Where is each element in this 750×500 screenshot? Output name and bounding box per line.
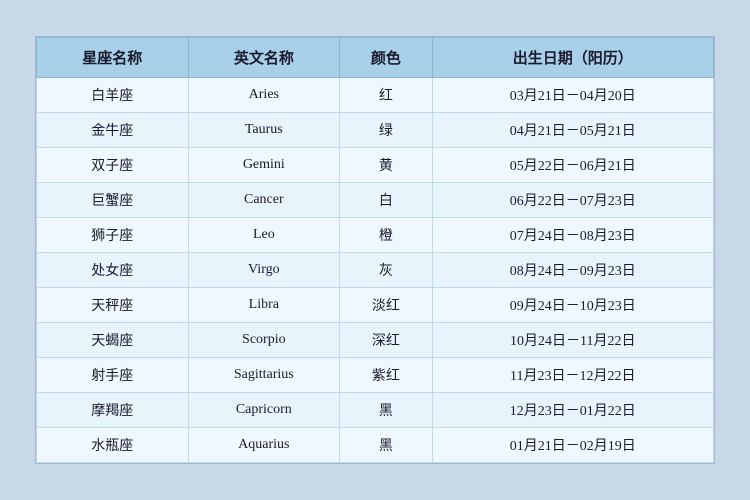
cell-chinese-name: 摩羯座 [37, 393, 189, 428]
header-chinese-name: 星座名称 [37, 38, 189, 78]
cell-chinese-name: 天蝎座 [37, 323, 189, 358]
cell-dates: 03月21日－04月20日 [432, 78, 713, 113]
table-row: 狮子座Leo橙07月24日－08月23日 [37, 218, 714, 253]
header-color: 颜色 [340, 38, 433, 78]
table-row: 金牛座Taurus绿04月21日－05月21日 [37, 113, 714, 148]
cell-dates: 09月24日－10月23日 [432, 288, 713, 323]
table-row: 水瓶座Aquarius黑01月21日－02月19日 [37, 428, 714, 463]
cell-chinese-name: 双子座 [37, 148, 189, 183]
cell-chinese-name: 狮子座 [37, 218, 189, 253]
zodiac-table-container: 星座名称 英文名称 颜色 出生日期（阳历） 白羊座Aries红03月21日－04… [35, 36, 715, 464]
cell-color: 黑 [340, 393, 433, 428]
cell-chinese-name: 白羊座 [37, 78, 189, 113]
cell-dates: 05月22日－06月21日 [432, 148, 713, 183]
table-header-row: 星座名称 英文名称 颜色 出生日期（阳历） [37, 38, 714, 78]
cell-english-name: Leo [188, 218, 340, 253]
cell-english-name: Capricorn [188, 393, 340, 428]
cell-english-name: Aquarius [188, 428, 340, 463]
cell-english-name: Taurus [188, 113, 340, 148]
cell-dates: 08月24日－09月23日 [432, 253, 713, 288]
cell-chinese-name: 巨蟹座 [37, 183, 189, 218]
cell-color: 红 [340, 78, 433, 113]
zodiac-table: 星座名称 英文名称 颜色 出生日期（阳历） 白羊座Aries红03月21日－04… [36, 37, 714, 463]
cell-dates: 12月23日－01月22日 [432, 393, 713, 428]
cell-dates: 07月24日－08月23日 [432, 218, 713, 253]
table-row: 白羊座Aries红03月21日－04月20日 [37, 78, 714, 113]
cell-color: 白 [340, 183, 433, 218]
cell-dates: 10月24日－11月22日 [432, 323, 713, 358]
cell-english-name: Aries [188, 78, 340, 113]
table-row: 双子座Gemini黄05月22日－06月21日 [37, 148, 714, 183]
cell-dates: 06月22日－07月23日 [432, 183, 713, 218]
cell-english-name: Libra [188, 288, 340, 323]
cell-color: 黑 [340, 428, 433, 463]
cell-chinese-name: 射手座 [37, 358, 189, 393]
table-row: 处女座Virgo灰08月24日－09月23日 [37, 253, 714, 288]
cell-english-name: Scorpio [188, 323, 340, 358]
cell-dates: 11月23日－12月22日 [432, 358, 713, 393]
cell-english-name: Virgo [188, 253, 340, 288]
cell-english-name: Gemini [188, 148, 340, 183]
cell-dates: 01月21日－02月19日 [432, 428, 713, 463]
cell-color: 灰 [340, 253, 433, 288]
cell-chinese-name: 天秤座 [37, 288, 189, 323]
cell-chinese-name: 金牛座 [37, 113, 189, 148]
cell-chinese-name: 水瓶座 [37, 428, 189, 463]
table-row: 天秤座Libra淡红09月24日－10月23日 [37, 288, 714, 323]
cell-color: 紫红 [340, 358, 433, 393]
header-dates: 出生日期（阳历） [432, 38, 713, 78]
table-row: 摩羯座Capricorn黑12月23日－01月22日 [37, 393, 714, 428]
table-row: 射手座Sagittarius紫红11月23日－12月22日 [37, 358, 714, 393]
cell-color: 深红 [340, 323, 433, 358]
cell-dates: 04月21日－05月21日 [432, 113, 713, 148]
cell-english-name: Cancer [188, 183, 340, 218]
table-row: 天蝎座Scorpio深红10月24日－11月22日 [37, 323, 714, 358]
cell-color: 黄 [340, 148, 433, 183]
cell-english-name: Sagittarius [188, 358, 340, 393]
cell-chinese-name: 处女座 [37, 253, 189, 288]
header-english-name: 英文名称 [188, 38, 340, 78]
table-row: 巨蟹座Cancer白06月22日－07月23日 [37, 183, 714, 218]
cell-color: 绿 [340, 113, 433, 148]
cell-color: 淡红 [340, 288, 433, 323]
cell-color: 橙 [340, 218, 433, 253]
